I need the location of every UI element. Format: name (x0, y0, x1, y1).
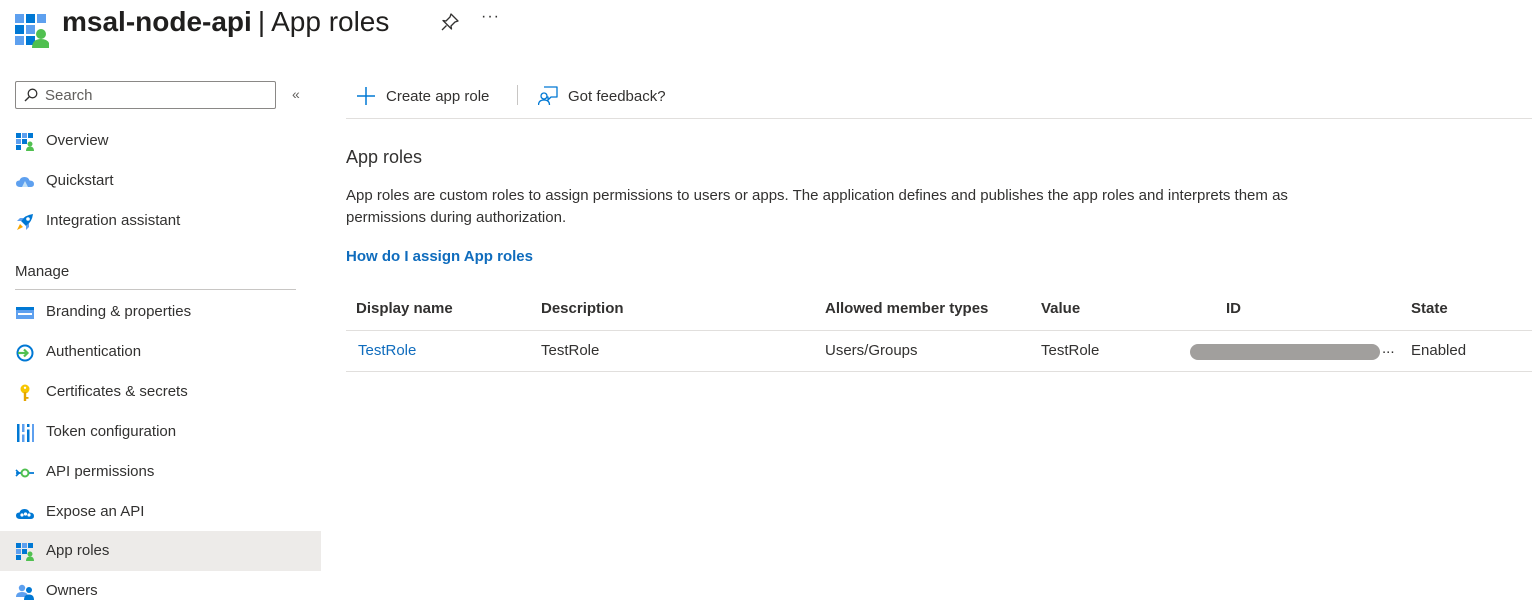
redacted-id (1190, 344, 1380, 360)
overview-icon (16, 133, 34, 151)
column-header-description[interactable]: Description (541, 300, 624, 317)
how-to-assign-link[interactable]: How do I assign App roles (346, 248, 533, 265)
sidebar-item-label: Integration assistant (46, 212, 181, 229)
create-app-role-button[interactable]: Create app role (346, 80, 506, 114)
role-state: Enabled (1411, 342, 1467, 359)
sidebar-item-label: Owners (46, 582, 98, 599)
page-header: msal-node-api | App roles ··· (0, 0, 1532, 60)
column-header-allowed-member-types[interactable]: Allowed member types (825, 300, 988, 317)
search-box[interactable] (15, 81, 276, 109)
table-header-row: Display name Description Allowed member … (346, 290, 1532, 331)
app-roles-icon (16, 543, 34, 561)
sidebar-item-api-permissions[interactable]: API permissions (0, 452, 321, 492)
app-name: msal-node-api (62, 6, 252, 37)
sidebar-item-integration-assistant[interactable]: Integration assistant (0, 201, 321, 241)
more-options-icon[interactable]: ··· (481, 8, 500, 26)
sidebar: « Overview Quickstart Integration assist… (0, 70, 321, 600)
token-bars-icon (17, 424, 34, 442)
app-roles-table: Display name Description Allowed member … (346, 290, 1532, 372)
sidebar-item-label: Token configuration (46, 423, 177, 440)
plus-icon (357, 87, 375, 105)
sidebar-item-label: App roles (46, 542, 110, 559)
sidebar-item-label: API permissions (46, 463, 155, 480)
rocket-icon (17, 214, 33, 230)
sidebar-item-app-roles[interactable]: App roles (0, 531, 321, 571)
pin-icon[interactable] (440, 12, 460, 32)
sidebar-item-label: Overview (46, 132, 109, 149)
column-header-display-name[interactable]: Display name (356, 300, 453, 317)
sidebar-item-label: Expose an API (46, 503, 145, 520)
section-title: App roles (346, 147, 423, 167)
role-value: TestRole (1041, 342, 1100, 359)
owners-icon (16, 584, 34, 600)
search-icon (24, 88, 38, 102)
sidebar-item-quickstart[interactable]: Quickstart (0, 161, 321, 201)
column-header-id[interactable]: ID (1226, 300, 1241, 317)
branding-icon (16, 307, 34, 319)
sidebar-item-label: Branding & properties (46, 303, 192, 320)
app-registration-icon (15, 14, 49, 48)
sidebar-item-branding[interactable]: Branding & properties (0, 292, 321, 332)
page-name: App roles (271, 6, 390, 37)
key-icon (20, 384, 30, 401)
sidebar-item-authentication[interactable]: Authentication (0, 332, 321, 372)
api-permissions-icon (15, 468, 34, 478)
cloud-api-icon (16, 509, 34, 519)
feedback-icon (538, 86, 558, 106)
title-separator: | (257, 6, 266, 37)
search-input[interactable] (45, 85, 265, 105)
command-bar: Create app role Got feedback? (346, 80, 1532, 119)
collapse-sidebar-icon[interactable]: « (292, 86, 300, 102)
role-description: TestRole (541, 342, 600, 359)
authentication-icon (16, 344, 34, 362)
sidebar-item-label: Certificates & secrets (46, 383, 188, 400)
page-title: msal-node-api | App roles (62, 3, 389, 41)
sidebar-item-expose-api[interactable]: Expose an API (0, 492, 321, 532)
role-allowed-member-types: Users/Groups (825, 342, 918, 359)
got-feedback-label: Got feedback? (568, 88, 666, 105)
sidebar-item-label: Quickstart (46, 172, 114, 189)
section-description: App roles are custom roles to assign per… (346, 187, 1288, 226)
table-row[interactable]: TestRole TestRole Users/Groups TestRole … (346, 331, 1532, 372)
sidebar-item-owners[interactable]: Owners (0, 571, 321, 611)
sidebar-item-label: Authentication (46, 343, 142, 360)
section-divider (15, 289, 296, 290)
got-feedback-button[interactable]: Got feedback? (528, 80, 678, 114)
role-id-truncated: ... (1382, 340, 1395, 357)
sidebar-item-token-configuration[interactable]: Token configuration (0, 412, 321, 452)
role-display-name-link[interactable]: TestRole (358, 342, 416, 359)
sidebar-item-certificates-secrets[interactable]: Certificates & secrets (0, 372, 321, 412)
column-header-value[interactable]: Value (1041, 300, 1080, 317)
column-header-state[interactable]: State (1411, 300, 1448, 317)
toolbar-separator (517, 85, 518, 105)
sidebar-item-overview[interactable]: Overview (0, 121, 321, 161)
manage-section-label: Manage (15, 263, 70, 280)
quickstart-cloud-icon (16, 177, 34, 187)
create-app-role-label: Create app role (386, 88, 490, 105)
